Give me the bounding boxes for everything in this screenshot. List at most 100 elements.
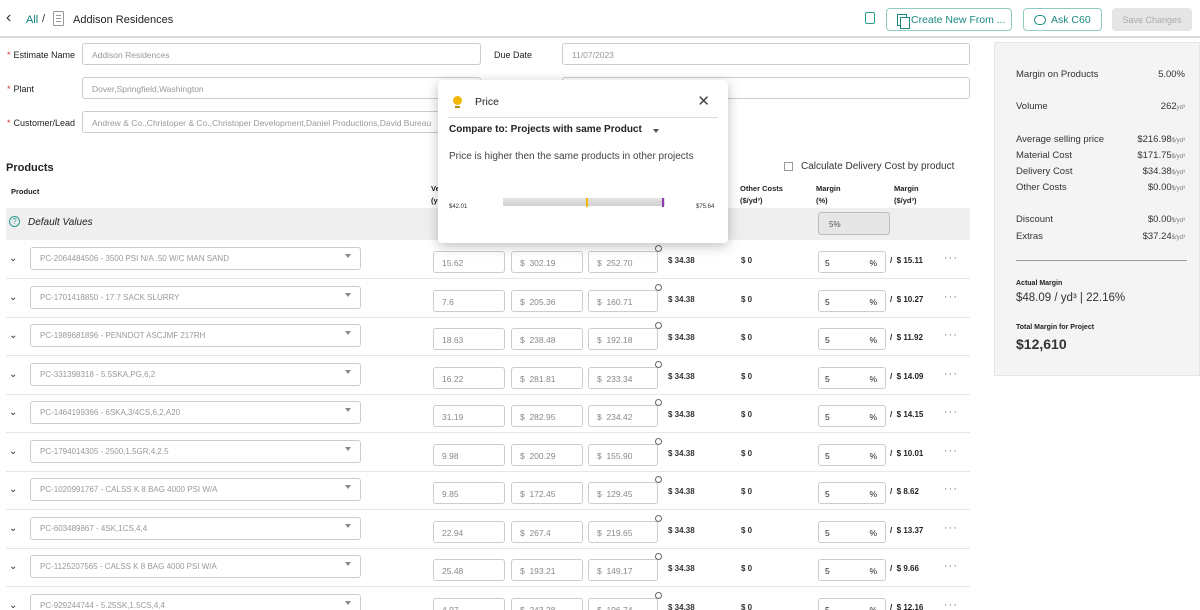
margin-pct-field[interactable]: 5%	[818, 405, 886, 427]
more-icon[interactable]: ···	[944, 368, 958, 380]
more-icon[interactable]: ···	[944, 291, 958, 303]
more-icon[interactable]: ···	[944, 522, 958, 534]
margin-pct-field[interactable]: 5%	[818, 520, 886, 543]
volume-field[interactable]: 9.85	[433, 482, 505, 504]
caret-down-icon[interactable]	[345, 408, 351, 412]
volume-field[interactable]: 18.63	[433, 328, 505, 350]
cost-field[interactable]: $ 192.18	[588, 328, 658, 350]
pin-icon[interactable]	[655, 399, 662, 406]
price-field[interactable]: $ 238.48	[511, 328, 583, 350]
cost-field[interactable]: $ 234.42	[588, 405, 658, 427]
caret-down-icon[interactable]	[345, 523, 351, 528]
pin-icon[interactable]	[655, 322, 662, 329]
volume-field[interactable]: 4.97	[433, 597, 505, 610]
chevron-down-icon[interactable]: ⌄	[9, 561, 17, 572]
cost-field[interactable]: $ 129.45	[588, 482, 658, 504]
margin-pct-field[interactable]: 5%	[818, 289, 886, 312]
product-select[interactable]: PC-1464199366 - 6SKA,3/4CS,6,2,A20	[30, 401, 361, 424]
more-icon[interactable]: ···	[944, 406, 958, 418]
caret-down-icon[interactable]	[345, 331, 351, 335]
product-select[interactable]: PC-331398318 - 5.5SKA,PG,6,2	[30, 362, 361, 386]
caret-down-icon[interactable]	[345, 369, 351, 374]
cost-field[interactable]: $ 219.65	[588, 520, 658, 543]
volume-field[interactable]: 9.98	[433, 443, 505, 466]
more-icon[interactable]: ···	[944, 329, 958, 341]
caret-down-icon[interactable]	[345, 562, 351, 566]
volume-field[interactable]: 15.62	[433, 251, 505, 273]
price-field[interactable]: $ 193.21	[511, 559, 583, 581]
price-field[interactable]: $ 243.28	[511, 597, 583, 610]
margin-pct-field[interactable]: 5%	[818, 251, 886, 273]
chevron-down-icon[interactable]: ⌄	[9, 292, 17, 303]
price-field[interactable]: $ 205.36	[511, 289, 583, 312]
volume-field[interactable]: 25.48	[433, 559, 505, 581]
breadcrumb-all-link[interactable]: All	[26, 14, 38, 26]
pin-icon[interactable]	[655, 591, 662, 599]
price-field[interactable]: $ 302.19	[511, 251, 583, 273]
chevron-down-icon[interactable]: ⌄	[9, 600, 17, 610]
pin-icon[interactable]	[655, 553, 662, 560]
margin-pct-field[interactable]: 5%	[818, 559, 886, 581]
chevron-down-icon[interactable]: ⌄	[9, 523, 17, 534]
customer-field[interactable]: Andrew & Co.,Christoper & Co.,Christoper…	[82, 111, 481, 133]
caret-down-icon[interactable]	[345, 254, 351, 258]
volume-field[interactable]: 7.6	[433, 289, 505, 312]
caret-down-icon[interactable]	[345, 600, 351, 605]
cost-field[interactable]: $ 252.70	[588, 251, 658, 273]
pin-icon[interactable]	[655, 245, 662, 252]
caret-down-icon[interactable]	[345, 292, 351, 297]
product-select[interactable]: PC-929244744 - 5.25SK,1.5CS,4,4	[30, 593, 361, 610]
caret-down-icon[interactable]	[653, 129, 659, 133]
more-icon[interactable]: ···	[944, 252, 958, 264]
chevron-down-icon[interactable]: ⌄	[9, 330, 17, 341]
volume-field[interactable]: 22.94	[433, 520, 505, 543]
pin-icon[interactable]	[655, 514, 662, 522]
cost-field[interactable]: $ 160.71	[588, 289, 658, 312]
pin-icon[interactable]	[655, 360, 662, 368]
caret-down-icon[interactable]	[345, 485, 351, 489]
price-field[interactable]: $ 200.29	[511, 443, 583, 466]
chevron-down-icon[interactable]: ⌄	[9, 484, 17, 495]
volume-field[interactable]: 31.19	[433, 405, 505, 427]
price-field[interactable]: $ 172.45	[511, 482, 583, 504]
default-margin-field[interactable]: 5%	[818, 212, 890, 235]
chevron-down-icon[interactable]: ⌄	[9, 369, 17, 380]
estimate-name-field[interactable]: Addison Residences	[82, 43, 481, 65]
margin-pct-field[interactable]: 5%	[818, 328, 886, 350]
help-icon[interactable]: ?	[9, 216, 20, 227]
price-field[interactable]: $ 282.95	[511, 405, 583, 427]
margin-pct-field[interactable]: 5%	[818, 597, 886, 610]
product-select[interactable]: PC-1794014305 - 2500,1.5GR,4,2.5	[30, 439, 361, 463]
more-icon[interactable]: ···	[944, 599, 958, 610]
due-date-field[interactable]: 11/07/2023	[562, 43, 970, 65]
product-select[interactable]: PC-603489867 - 4SK,1CS,4,4	[30, 516, 361, 540]
calc-delivery-checkbox[interactable]: Calculate Delivery Cost by product	[784, 161, 954, 172]
product-select[interactable]: PC-1125207565 - CALSS K 8 BAG 4000 PSI W…	[30, 555, 361, 578]
price-field[interactable]: $ 267.4	[511, 520, 583, 543]
pin-icon[interactable]	[655, 283, 662, 291]
chevron-down-icon[interactable]: ⌄	[9, 446, 17, 457]
pin-icon[interactable]	[655, 476, 662, 483]
cost-field[interactable]: $ 149.17	[588, 559, 658, 581]
ask-c60-button[interactable]: Ask C60	[1023, 8, 1102, 31]
create-new-from-button[interactable]: Create New From ...	[886, 8, 1012, 31]
back-chevron-icon[interactable]: ‹	[6, 9, 11, 27]
product-select[interactable]: PC-1020991767 - CALSS K 8 BAG 4000 PSI W…	[30, 478, 361, 501]
compare-dropdown[interactable]: Compare to: Projects with same Product	[449, 124, 642, 135]
margin-pct-field[interactable]: 5%	[818, 443, 886, 466]
close-icon[interactable]: ✕	[697, 92, 710, 110]
save-changes-button[interactable]: Save Changes	[1112, 8, 1192, 31]
product-select[interactable]: PC-1989681896 - PENNDOT ASCJMF 217RH	[30, 324, 361, 347]
product-select[interactable]: PC-1701418850 - 17.7 SACK SLURRY	[30, 285, 361, 309]
chevron-down-icon[interactable]: ⌄	[9, 253, 17, 264]
chevron-down-icon[interactable]: ⌄	[9, 407, 17, 418]
volume-field[interactable]: 16.22	[433, 366, 505, 389]
margin-pct-field[interactable]: 5%	[818, 482, 886, 504]
file-icon[interactable]	[865, 12, 875, 24]
pin-icon[interactable]	[655, 437, 662, 445]
cost-field[interactable]: $ 155.90	[588, 443, 658, 466]
more-icon[interactable]: ···	[944, 445, 958, 457]
price-field[interactable]: $ 281.81	[511, 366, 583, 389]
more-icon[interactable]: ···	[944, 483, 958, 495]
cost-field[interactable]: $ 233.34	[588, 366, 658, 389]
